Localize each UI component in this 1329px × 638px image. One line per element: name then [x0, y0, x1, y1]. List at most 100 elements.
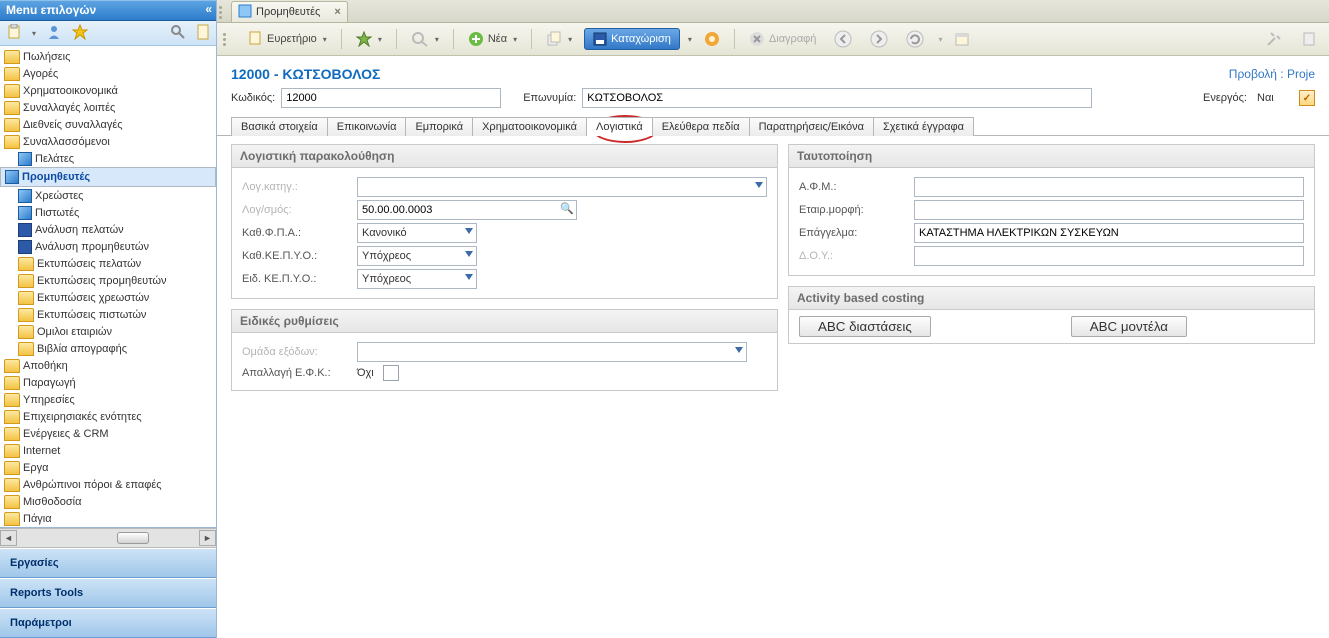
tree-node[interactable]: Εκτυπώσεις χρεωστών — [0, 289, 216, 306]
field-input[interactable] — [914, 246, 1304, 266]
efk-checkbox[interactable] — [383, 365, 399, 381]
tree-node[interactable]: Συναλλασσόμενοι — [0, 133, 216, 150]
accordion-section[interactable]: Παράμετροι — [0, 608, 216, 638]
tree-node[interactable]: Βιβλία απογραφής — [0, 340, 216, 357]
detail-tab[interactable]: Επικοινωνία — [328, 117, 407, 136]
delete-button[interactable]: Διαγραφή — [743, 28, 823, 50]
tools-button[interactable] — [1259, 27, 1289, 51]
tree-node[interactable]: Internet — [0, 442, 216, 459]
nav-tree[interactable]: ΠωλήσειςΑγορέςΧρηματοοικονομικάΣυναλλαγέ… — [0, 46, 216, 528]
search-icon[interactable] — [170, 24, 186, 43]
field-select[interactable]: Υπόχρεος — [357, 269, 477, 289]
abc-models-button[interactable]: ABC μοντέλα — [1071, 316, 1187, 337]
field-lookup[interactable] — [357, 200, 577, 220]
tree-node[interactable]: Χρεώστες — [0, 187, 216, 204]
folder-icon — [4, 376, 20, 390]
nav-first-button[interactable] — [828, 27, 858, 51]
user-icon[interactable] — [46, 24, 62, 43]
detail-tab[interactable]: Χρηματοοικονομικά — [473, 117, 587, 136]
calendar-button[interactable] — [948, 28, 976, 50]
tree-node[interactable]: Εκτυπώσεις πελατών — [0, 255, 216, 272]
detail-tab[interactable]: Εμπορικά — [406, 117, 473, 136]
sidebar-toolbar: ▾ — [0, 21, 216, 46]
tree-node[interactable]: Αγορές — [0, 65, 216, 82]
code-input[interactable] — [281, 88, 501, 108]
tree-node[interactable]: Προμηθευτές — [0, 167, 216, 187]
tree-node[interactable]: Ομιλοι εταιριών — [0, 323, 216, 340]
detail-tab[interactable]: Σχετικά έγγραφα — [874, 117, 974, 136]
tree-node[interactable]: Εργα — [0, 459, 216, 476]
abc-dimensions-button[interactable]: ABC διαστάσεις — [799, 316, 931, 337]
tree-node[interactable]: Ανάλυση προμηθευτών — [0, 238, 216, 255]
save-button[interactable]: Καταχώριση — [584, 28, 680, 50]
tree-node[interactable]: Παραγωγή — [0, 374, 216, 391]
favorite-button[interactable]: ▾ — [350, 28, 388, 50]
view-label[interactable]: Προβολή : Proje — [1229, 67, 1315, 81]
action-button[interactable] — [698, 28, 726, 50]
folder-icon — [4, 393, 20, 407]
detail-tab[interactable]: Παρατηρήσεις/Εικόνα — [750, 117, 874, 136]
tree-node[interactable]: Πωλήσεις — [0, 48, 216, 65]
star-icon[interactable] — [72, 24, 88, 43]
cube-icon — [18, 206, 32, 220]
tree-node[interactable]: Αποθήκη — [0, 357, 216, 374]
tree-node[interactable]: Ανθρώπινοι πόροι & επαφές — [0, 476, 216, 493]
field-input[interactable] — [914, 200, 1304, 220]
save-button-label: Καταχώριση — [611, 33, 671, 45]
tree-node[interactable]: Ενέργειες & CRM — [0, 425, 216, 442]
tree-node[interactable]: Συναλλαγές λοιπές — [0, 99, 216, 116]
chevron-down-icon[interactable]: ▾ — [688, 35, 692, 44]
dropdown-icon[interactable]: ▾ — [32, 29, 36, 38]
accordion-section[interactable]: Reports Tools — [0, 578, 216, 608]
name-input[interactable] — [582, 88, 1092, 108]
tree-node[interactable]: Ανάλυση πελατών — [0, 221, 216, 238]
field-input[interactable] — [914, 223, 1304, 243]
new-button[interactable]: Νέα ▾ — [462, 28, 523, 50]
tree-node[interactable]: Υπηρεσίες — [0, 391, 216, 408]
drag-handle-icon[interactable] — [219, 2, 228, 22]
folder-icon — [4, 84, 20, 98]
search-icon[interactable]: 🔍 — [560, 202, 574, 215]
nav-prev-button[interactable] — [864, 27, 894, 51]
field-select[interactable]: Υπόχρεος — [357, 246, 477, 266]
tree-node[interactable]: Διεθνείς συναλλαγές — [0, 116, 216, 133]
expense-group-select[interactable] — [357, 342, 747, 362]
tree-node[interactable]: Επιχειρησιακές ενότητες — [0, 408, 216, 425]
detail-tab[interactable]: Λογιστικά — [587, 117, 653, 136]
copy-button[interactable]: ▾ — [540, 28, 578, 50]
field-select[interactable] — [357, 177, 767, 197]
active-checkbox[interactable] — [1299, 90, 1315, 106]
accordion-section[interactable]: Εργασίες — [0, 548, 216, 578]
collapse-icon[interactable]: « — [205, 2, 212, 16]
tree-node[interactable]: Πάγια — [0, 510, 216, 527]
tree-node[interactable]: Εκτυπώσεις πιστωτών — [0, 306, 216, 323]
sidebar-title-text: Menu επιλογών — [6, 3, 96, 17]
chevron-down-icon[interactable]: ▾ — [938, 35, 942, 44]
clipboard-icon[interactable] — [6, 24, 22, 43]
tree-node[interactable]: Εκτυπώσεις προμηθευτών — [0, 272, 216, 289]
window-tabs: Προμηθευτές × — [217, 0, 1329, 23]
close-icon[interactable]: × — [334, 6, 340, 18]
field-input[interactable] — [914, 177, 1304, 197]
document-icon[interactable] — [196, 24, 210, 43]
tree-node[interactable]: Μισθοδοσία — [0, 493, 216, 510]
tree-node[interactable]: Χρηματοοικονομικά — [0, 82, 216, 99]
scroll-left-icon[interactable]: ◄ — [0, 530, 17, 546]
window-tab-suppliers[interactable]: Προμηθευτές × — [231, 1, 348, 22]
module-icon — [18, 240, 32, 254]
refresh-button[interactable] — [900, 27, 930, 51]
scroll-thumb[interactable] — [117, 532, 149, 544]
detail-tab[interactable]: Βασικά στοιχεία — [231, 117, 328, 136]
tree-node[interactable]: Πιστωτές — [0, 204, 216, 221]
efk-value: Όχι — [357, 367, 383, 379]
index-button[interactable]: Ευρετήριο ▾ — [241, 27, 333, 52]
search-button[interactable]: ▾ — [405, 28, 445, 50]
scroll-right-icon[interactable]: ► — [199, 530, 216, 546]
paste-button[interactable] — [1295, 27, 1323, 51]
toolbar-handle-icon[interactable] — [223, 29, 232, 49]
field-select[interactable]: Κανονικό — [357, 223, 477, 243]
detail-tab[interactable]: Ελεύθερα πεδία — [653, 117, 750, 136]
field-label: Λογ.κατηγ.: — [242, 181, 357, 193]
tree-node[interactable]: Πελάτες — [0, 150, 216, 167]
tree-scrollbar[interactable]: ◄ ► — [0, 528, 216, 548]
